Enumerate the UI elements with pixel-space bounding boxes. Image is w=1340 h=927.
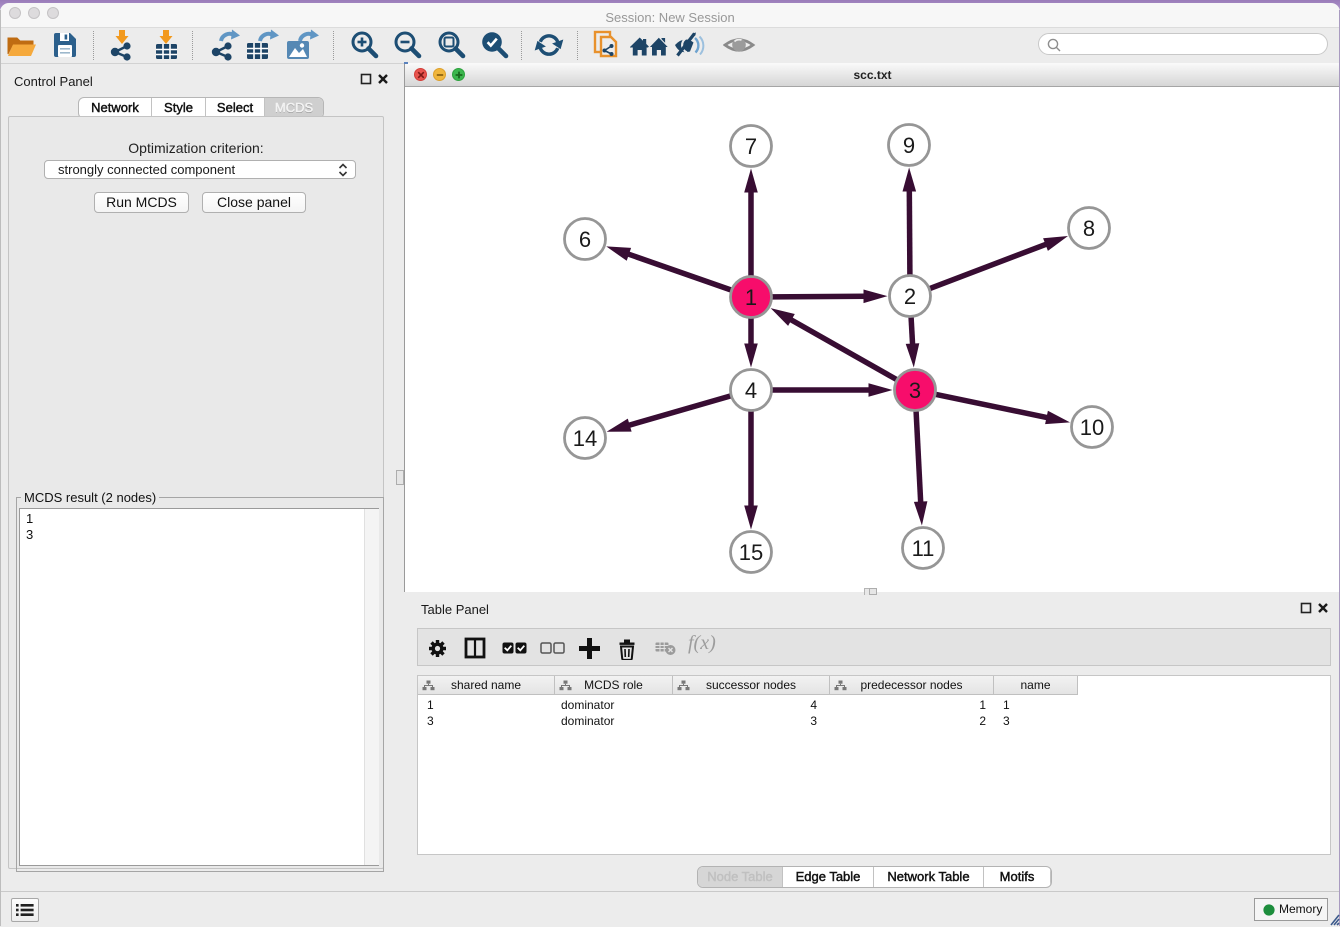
svg-text:6: 6 — [579, 227, 591, 252]
svg-text:2: 2 — [904, 284, 916, 309]
svg-text:10: 10 — [1080, 415, 1104, 440]
svg-text:15: 15 — [739, 540, 763, 565]
svg-text:7: 7 — [745, 134, 757, 159]
svg-text:1: 1 — [745, 285, 757, 310]
svg-text:9: 9 — [903, 133, 915, 158]
svg-text:3: 3 — [909, 378, 921, 403]
svg-text:4: 4 — [745, 378, 757, 403]
svg-text:14: 14 — [573, 426, 597, 451]
svg-text:8: 8 — [1083, 216, 1095, 241]
svg-text:11: 11 — [912, 536, 935, 561]
